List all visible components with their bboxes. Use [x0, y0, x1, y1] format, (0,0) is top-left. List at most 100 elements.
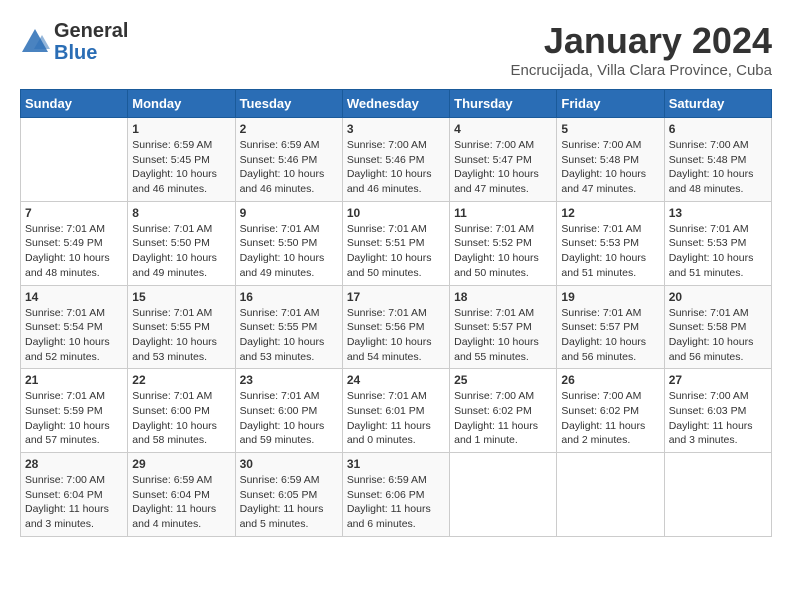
calendar-cell: 1 Sunrise: 6:59 AMSunset: 5:45 PMDaylight… [128, 118, 235, 202]
calendar-header-row: SundayMondayTuesdayWednesdayThursdayFrid… [21, 90, 772, 118]
logo-blue: Blue [54, 42, 97, 64]
day-info: Sunrise: 7:01 AMSunset: 5:57 PMDaylight:… [561, 306, 659, 365]
calendar-week-row: 28 Sunrise: 7:00 AMSunset: 6:04 PMDayligh… [21, 453, 772, 537]
day-number: 8 [132, 206, 230, 220]
calendar-cell: 12 Sunrise: 7:01 AMSunset: 5:53 PMDayligh… [557, 201, 664, 285]
day-info: Sunrise: 7:00 AMSunset: 5:46 PMDaylight:… [347, 138, 445, 197]
calendar-week-row: 21 Sunrise: 7:01 AMSunset: 5:59 PMDayligh… [21, 369, 772, 453]
day-info: Sunrise: 7:01 AMSunset: 6:01 PMDaylight:… [347, 389, 445, 448]
calendar-cell: 24 Sunrise: 7:01 AMSunset: 6:01 PMDayligh… [342, 369, 449, 453]
calendar-cell [21, 118, 128, 202]
title-section: January 2024 Encrucijada, Villa Clara Pr… [510, 20, 772, 79]
day-number: 21 [25, 373, 123, 387]
calendar-cell: 2Sunrise: 6:59 AMSunset: 5:46 PMDaylight… [235, 118, 342, 202]
calendar-cell: 11Sunrise: 7:01 AMSunset: 5:52 PMDayligh… [450, 201, 557, 285]
day-number: 18 [454, 290, 552, 304]
day-number: 17 [347, 290, 445, 304]
calendar-cell: 31 Sunrise: 6:59 AMSunset: 6:06 PMDayligh… [342, 453, 449, 537]
day-number: 22 [132, 373, 230, 387]
header-day-wednesday: Wednesday [342, 90, 449, 118]
day-number: 24 [347, 373, 445, 387]
day-info: Sunrise: 7:01 AMSunset: 5:54 PMDaylight:… [25, 306, 123, 365]
day-info: Sunrise: 7:00 AMSunset: 6:02 PMDaylight:… [454, 389, 552, 448]
calendar-cell: 20Sunrise: 7:01 AMSunset: 5:58 PMDayligh… [664, 285, 771, 369]
day-number: 23 [240, 373, 338, 387]
calendar-cell [664, 453, 771, 537]
calendar-cell: 16 Sunrise: 7:01 AMSunset: 5:55 PMDayligh… [235, 285, 342, 369]
calendar-cell: 8 Sunrise: 7:01 AMSunset: 5:50 PMDaylight… [128, 201, 235, 285]
day-info: Sunrise: 6:59 AMSunset: 5:45 PMDaylight:… [132, 138, 230, 197]
day-number: 1 [132, 122, 230, 136]
header-day-friday: Friday [557, 90, 664, 118]
day-info: Sunrise: 7:01 AMSunset: 5:52 PMDaylight:… [454, 222, 552, 281]
day-number: 27 [669, 373, 767, 387]
logo-icon [20, 27, 50, 57]
calendar-cell: 14 Sunrise: 7:01 AMSunset: 5:54 PMDayligh… [21, 285, 128, 369]
day-info: Sunrise: 6:59 AMSunset: 6:04 PMDaylight:… [132, 473, 230, 532]
calendar-cell: 7 Sunrise: 7:01 AMSunset: 5:49 PMDaylight… [21, 201, 128, 285]
logo-text: General Blue [54, 20, 128, 64]
day-number: 25 [454, 373, 552, 387]
header-day-sunday: Sunday [21, 90, 128, 118]
calendar-week-row: 7 Sunrise: 7:01 AMSunset: 5:49 PMDaylight… [21, 201, 772, 285]
day-info: Sunrise: 7:00 AMSunset: 5:48 PMDaylight:… [561, 138, 659, 197]
day-info: Sunrise: 7:01 AMSunset: 6:00 PMDaylight:… [240, 389, 338, 448]
day-info: Sunrise: 7:01 AMSunset: 5:55 PMDaylight:… [132, 306, 230, 365]
day-info: Sunrise: 6:59 AMSunset: 5:46 PMDaylight:… [240, 138, 338, 197]
calendar-cell: 4Sunrise: 7:00 AMSunset: 5:47 PMDaylight… [450, 118, 557, 202]
day-info: Sunrise: 7:01 AMSunset: 5:59 PMDaylight:… [25, 389, 123, 448]
calendar-cell: 26Sunrise: 7:00 AMSunset: 6:02 PMDayligh… [557, 369, 664, 453]
calendar-cell: 19 Sunrise: 7:01 AMSunset: 5:57 PMDayligh… [557, 285, 664, 369]
calendar-cell: 3Sunrise: 7:00 AMSunset: 5:46 PMDaylight… [342, 118, 449, 202]
logo-general: General [54, 20, 128, 42]
day-info: Sunrise: 7:01 AMSunset: 5:55 PMDaylight:… [240, 306, 338, 365]
day-number: 14 [25, 290, 123, 304]
day-info: Sunrise: 7:01 AMSunset: 5:51 PMDaylight:… [347, 222, 445, 281]
calendar-cell: 6Sunrise: 7:00 AMSunset: 5:48 PMDaylight… [664, 118, 771, 202]
day-number: 31 [347, 457, 445, 471]
day-info: Sunrise: 7:01 AMSunset: 5:58 PMDaylight:… [669, 306, 767, 365]
day-info: Sunrise: 6:59 AMSunset: 6:05 PMDaylight:… [240, 473, 338, 532]
header-day-saturday: Saturday [664, 90, 771, 118]
month-title: January 2024 [510, 20, 772, 62]
calendar-cell: 25 Sunrise: 7:00 AMSunset: 6:02 PMDayligh… [450, 369, 557, 453]
day-info: Sunrise: 7:00 AMSunset: 5:48 PMDaylight:… [669, 138, 767, 197]
calendar-cell: 23 Sunrise: 7:01 AMSunset: 6:00 PMDayligh… [235, 369, 342, 453]
day-info: Sunrise: 7:01 AMSunset: 5:50 PMDaylight:… [240, 222, 338, 281]
calendar-cell: 28 Sunrise: 7:00 AMSunset: 6:04 PMDayligh… [21, 453, 128, 537]
day-info: Sunrise: 7:01 AMSunset: 6:00 PMDaylight:… [132, 389, 230, 448]
header-day-monday: Monday [128, 90, 235, 118]
calendar-cell: 30 Sunrise: 6:59 AMSunset: 6:05 PMDayligh… [235, 453, 342, 537]
calendar-cell: 29Sunrise: 6:59 AMSunset: 6:04 PMDayligh… [128, 453, 235, 537]
day-number: 19 [561, 290, 659, 304]
day-number: 28 [25, 457, 123, 471]
day-number: 16 [240, 290, 338, 304]
day-number: 7 [25, 206, 123, 220]
calendar-cell: 21 Sunrise: 7:01 AMSunset: 5:59 PMDayligh… [21, 369, 128, 453]
calendar-cell: 13Sunrise: 7:01 AMSunset: 5:53 PMDayligh… [664, 201, 771, 285]
day-number: 10 [347, 206, 445, 220]
calendar-week-row: 14 Sunrise: 7:01 AMSunset: 5:54 PMDayligh… [21, 285, 772, 369]
day-info: Sunrise: 7:01 AMSunset: 5:50 PMDaylight:… [132, 222, 230, 281]
calendar-cell [557, 453, 664, 537]
calendar-cell: 5 Sunrise: 7:00 AMSunset: 5:48 PMDaylight… [557, 118, 664, 202]
day-info: Sunrise: 7:01 AMSunset: 5:53 PMDaylight:… [561, 222, 659, 281]
day-info: Sunrise: 7:00 AMSunset: 6:02 PMDaylight:… [561, 389, 659, 448]
day-info: Sunrise: 6:59 AMSunset: 6:06 PMDaylight:… [347, 473, 445, 532]
day-info: Sunrise: 7:01 AMSunset: 5:57 PMDaylight:… [454, 306, 552, 365]
calendar-cell: 10 Sunrise: 7:01 AMSunset: 5:51 PMDayligh… [342, 201, 449, 285]
logo: General Blue [20, 20, 128, 64]
day-number: 13 [669, 206, 767, 220]
day-info: Sunrise: 7:00 AMSunset: 6:03 PMDaylight:… [669, 389, 767, 448]
header-day-thursday: Thursday [450, 90, 557, 118]
day-info: Sunrise: 7:00 AMSunset: 5:47 PMDaylight:… [454, 138, 552, 197]
day-info: Sunrise: 7:00 AMSunset: 6:04 PMDaylight:… [25, 473, 123, 532]
calendar-cell: 18 Sunrise: 7:01 AMSunset: 5:57 PMDayligh… [450, 285, 557, 369]
day-info: Sunrise: 7:01 AMSunset: 5:49 PMDaylight:… [25, 222, 123, 281]
calendar-cell: 27 Sunrise: 7:00 AMSunset: 6:03 PMDayligh… [664, 369, 771, 453]
day-number: 30 [240, 457, 338, 471]
day-number: 5 [561, 122, 659, 136]
calendar-cell: 9Sunrise: 7:01 AMSunset: 5:50 PMDaylight… [235, 201, 342, 285]
calendar-cell: 15Sunrise: 7:01 AMSunset: 5:55 PMDayligh… [128, 285, 235, 369]
day-number: 12 [561, 206, 659, 220]
